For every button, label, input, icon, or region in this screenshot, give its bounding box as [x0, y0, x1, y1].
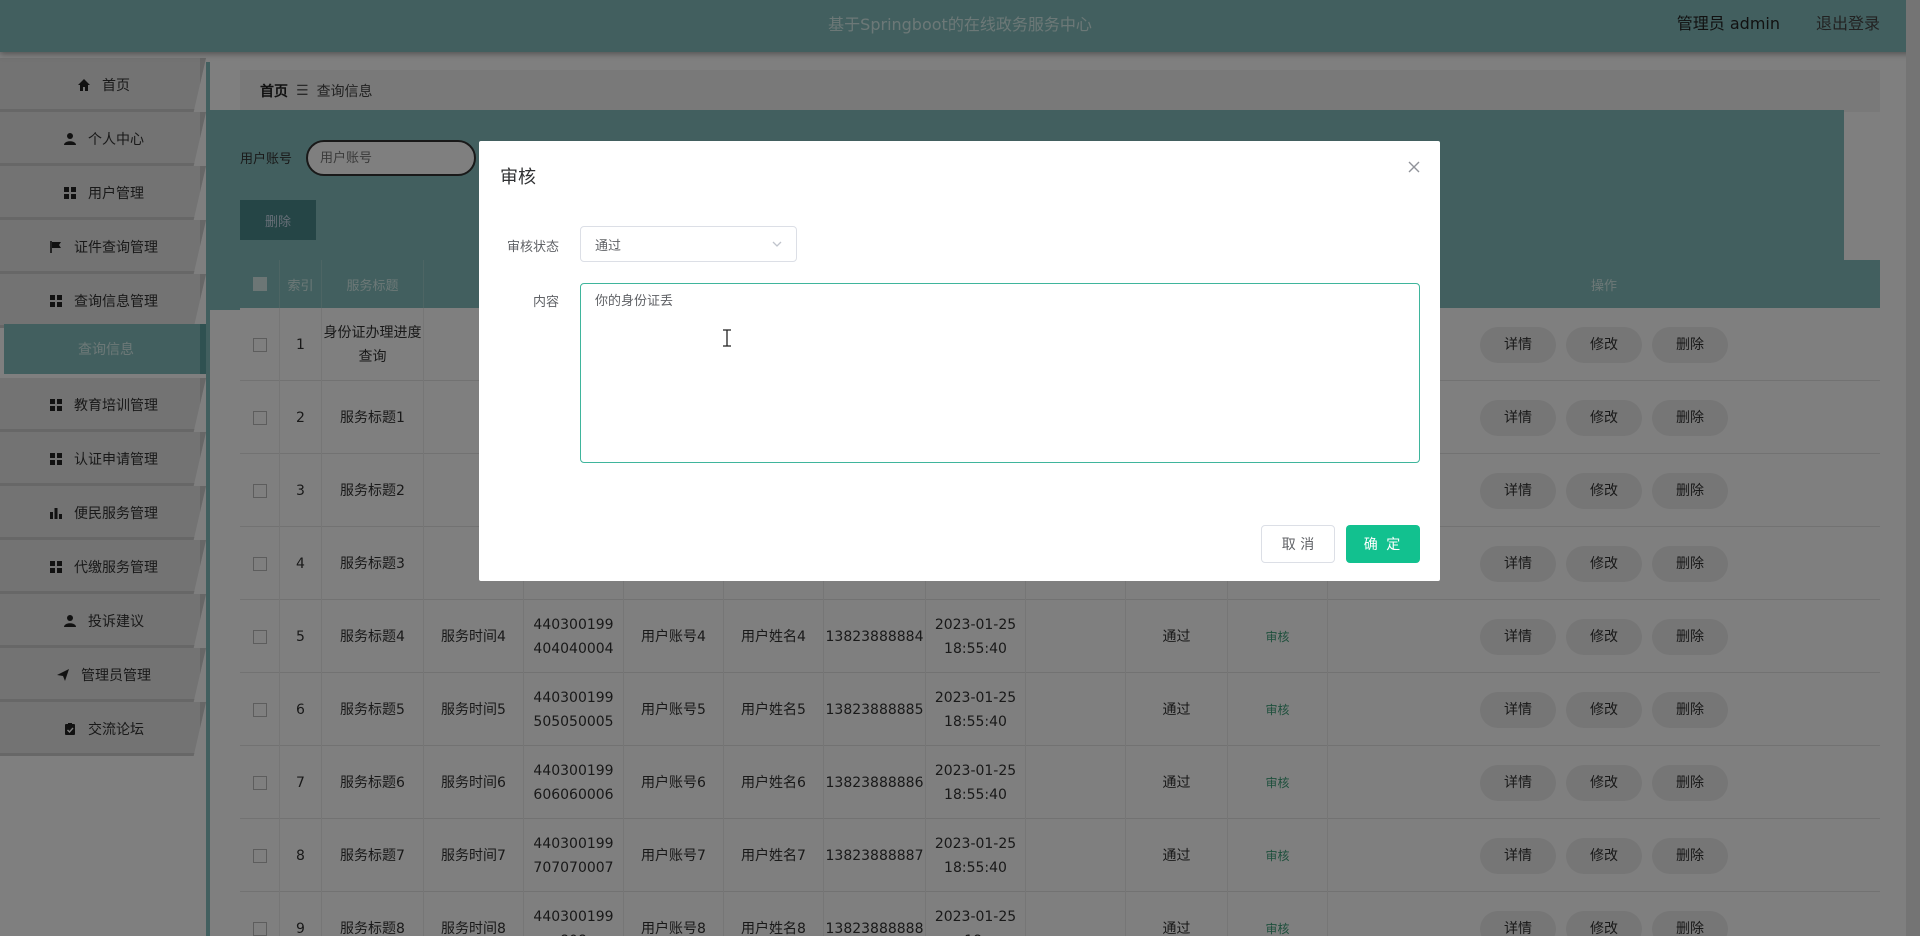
content-label: 内容 — [532, 295, 559, 310]
audit-dialog: 审核 审核状态 通过 内容 取 消 确 定 — [479, 141, 1440, 581]
confirm-button[interactable]: 确 定 — [1346, 525, 1420, 563]
text-cursor-icon — [723, 329, 731, 347]
status-select-value: 通过 — [595, 238, 622, 254]
status-label: 审核状态 — [506, 240, 559, 255]
content-textarea[interactable] — [580, 283, 1420, 463]
status-select[interactable]: 通过 — [580, 226, 797, 262]
chevron-down-icon — [772, 241, 782, 247]
dialog-title: 审核 — [500, 167, 536, 188]
close-icon[interactable] — [1406, 159, 1422, 175]
cancel-button[interactable]: 取 消 — [1261, 525, 1335, 563]
